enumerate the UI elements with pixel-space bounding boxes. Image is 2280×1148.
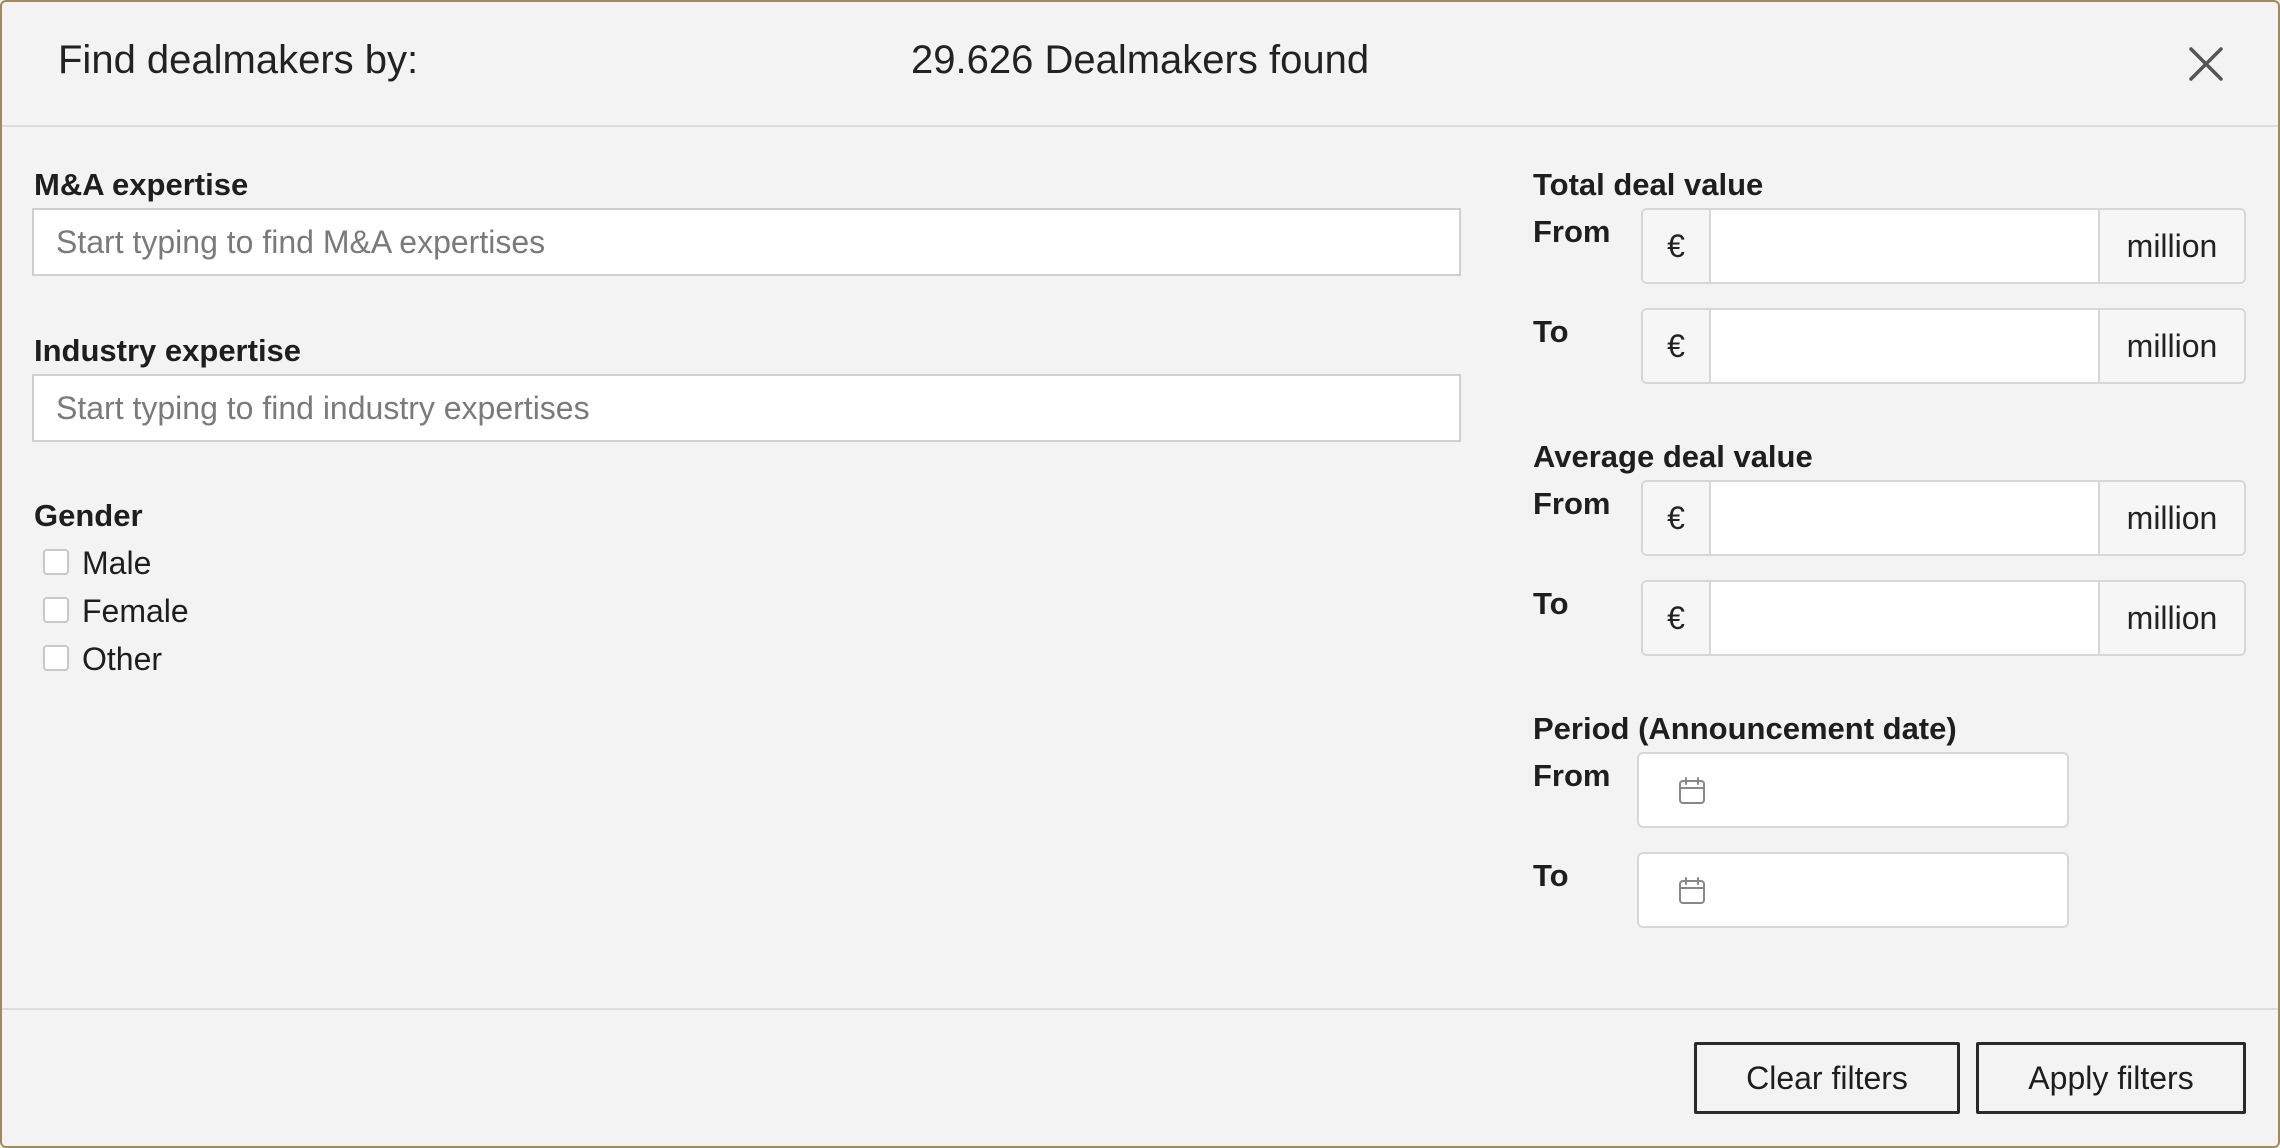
million-suffix: million [2098,582,2244,654]
million-suffix: million [2098,210,2244,282]
euro-prefix: € [1643,482,1711,554]
euro-prefix: € [1643,310,1711,382]
total-to-input[interactable] [1711,310,2100,382]
average-from-field: € million [1641,480,2246,556]
period-from-date[interactable] [1637,752,2069,828]
ma-expertise-label: M&A expertise [34,167,249,202]
average-to-field: € million [1641,580,2246,656]
average-deal-value-label: Average deal value [1533,439,1813,474]
calendar-icon[interactable] [1677,876,1707,906]
gender-label: Gender [34,498,143,533]
result-count: 29.626 Dealmakers found [911,38,1370,82]
period-to-label: To [1533,858,1569,893]
average-to-label: To [1533,586,1569,621]
footer-divider [0,1008,2280,1010]
total-from-field: € million [1641,208,2246,284]
other-checkbox[interactable] [43,645,69,671]
period-from-label: From [1533,758,1611,793]
million-suffix: million [2098,482,2244,554]
close-button[interactable] [2186,44,2226,84]
total-from-input[interactable] [1711,210,2100,282]
industry-expertise-label: Industry expertise [34,333,302,368]
calendar-icon[interactable] [1677,776,1707,806]
female-label: Female [82,593,189,629]
average-from-label: From [1533,486,1611,521]
dialog-title: Find dealmakers by: [58,38,419,82]
dialog-frame [0,0,2280,1148]
average-from-input[interactable] [1711,482,2100,554]
industry-expertise-input[interactable] [32,374,1461,442]
male-label: Male [82,545,152,581]
total-deal-value-label: Total deal value [1533,167,1764,202]
euro-prefix: € [1643,582,1711,654]
male-checkbox[interactable] [43,549,69,575]
period-from-input[interactable] [1725,754,2055,826]
other-label: Other [82,641,163,677]
apply-filters-button[interactable]: Apply filters [1976,1042,2246,1114]
clear-filters-button[interactable]: Clear filters [1694,1042,1960,1114]
euro-prefix: € [1643,210,1711,282]
total-from-label: From [1533,214,1611,249]
ma-expertise-input[interactable] [32,208,1461,276]
period-to-input[interactable] [1725,854,2055,926]
close-icon [2189,47,2223,81]
total-to-field: € million [1641,308,2246,384]
female-checkbox[interactable] [43,597,69,623]
total-to-label: To [1533,314,1569,349]
million-suffix: million [2098,310,2244,382]
period-label: Period (Announcement date) [1533,711,1957,746]
dialog-header: Find dealmakers by: 29.626 Dealmakers fo… [0,0,2280,127]
period-to-date[interactable] [1637,852,2069,928]
average-to-input[interactable] [1711,582,2100,654]
